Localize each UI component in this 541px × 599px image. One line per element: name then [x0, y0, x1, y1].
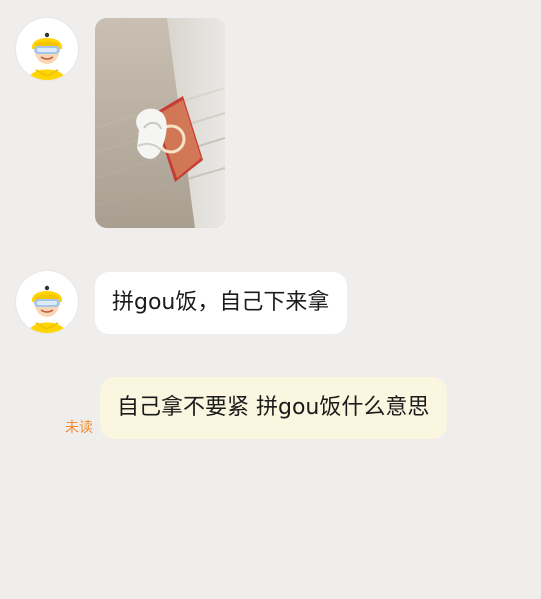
rider-avatar-icon[interactable]	[16, 271, 78, 333]
delivery-photo-icon[interactable]	[95, 18, 225, 228]
message-text: 自己拿不要紧 拼gou饭什么意思	[117, 395, 430, 420]
message-text: 拼gou饭，自己下来拿	[112, 290, 330, 315]
outgoing-message[interactable]: 自己拿不要紧 拼gou饭什么意思	[100, 377, 448, 439]
unread-status: 未读	[65, 420, 93, 436]
rider-avatar-icon[interactable]	[16, 18, 78, 80]
incoming-message[interactable]: 拼gou饭，自己下来拿	[95, 272, 348, 334]
chat-thread: 拼gou饭，自己下来拿 未读 自己拿不要紧 拼gou饭什么意思	[0, 0, 541, 599]
